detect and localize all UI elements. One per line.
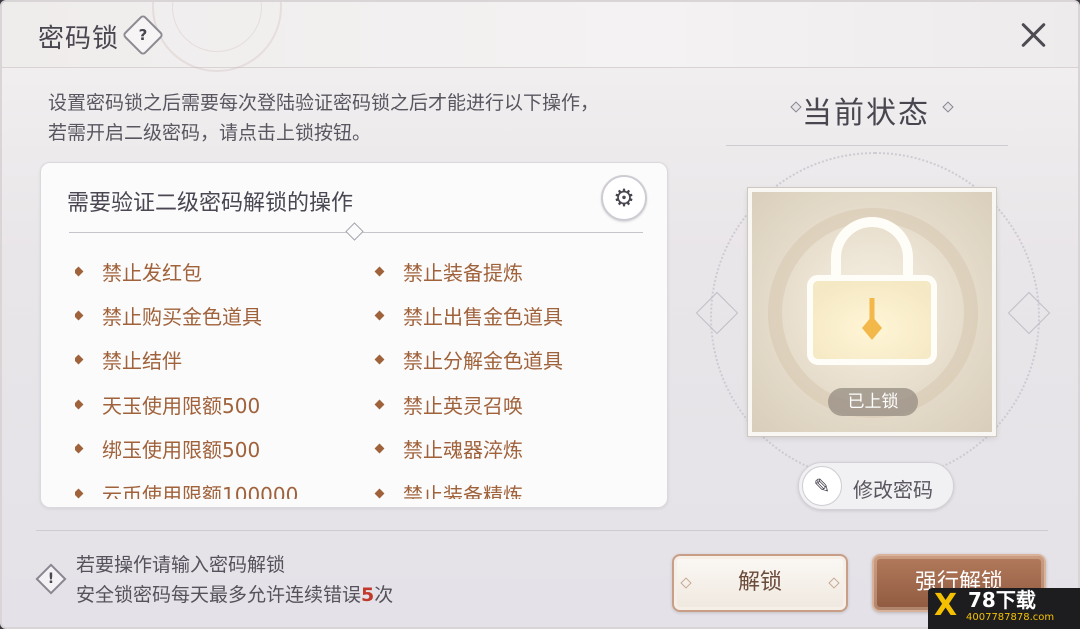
- list-item-label: 禁止装备精炼: [403, 482, 523, 499]
- status-divider: [726, 145, 1008, 146]
- bullet-icon: [75, 488, 84, 499]
- bullet-icon: [374, 488, 385, 499]
- site-watermark: X 78下载 4007787878.com: [928, 588, 1080, 629]
- notice-line-2-suffix: 次: [374, 584, 394, 606]
- warning-icon: !: [35, 563, 67, 595]
- title-bar: 密码锁 ?: [2, 2, 1078, 72]
- notice-line-1: 若要操作请输入密码解锁: [76, 554, 286, 576]
- gear-icon[interactable]: ⚙: [601, 175, 647, 221]
- modify-password-label: 修改密码: [853, 478, 933, 502]
- padlock-icon: [807, 217, 937, 365]
- description-line-1: 设置密码锁之后需要每次登陆验证密码锁之后才能进行以下操作，: [48, 92, 600, 114]
- list-item-label: 天玉使用限额500: [102, 393, 261, 418]
- bullet-icon: [75, 399, 84, 410]
- operations-list[interactable]: 禁止发红包 禁止购买金色道具 禁止结伴 天玉使用限额500 绑玉使用限额500 …: [75, 249, 655, 499]
- close-icon[interactable]: [1016, 18, 1050, 52]
- list-item: 禁止装备精炼: [374, 471, 563, 499]
- notice-line-2-prefix: 安全锁密码每天最多允许连续错误: [76, 584, 362, 606]
- error-limit-count: 5: [361, 584, 375, 606]
- watermark-domain: 4007787878.com: [966, 612, 1055, 623]
- operations-column-right: 禁止装备提炼 禁止出售金色道具 禁止分解金色道具 禁止英灵召唤 禁止魂器淬炼 禁…: [374, 249, 563, 499]
- button-deco-right-icon: [828, 577, 840, 589]
- pen-icon: ✎: [802, 466, 842, 506]
- list-item-label: 云币使用限额100000: [102, 482, 299, 499]
- status-title-right-diamond-icon: [942, 101, 954, 113]
- list-item-label: 禁止魂器淬炼: [403, 438, 523, 463]
- bullet-icon: [75, 266, 84, 277]
- button-deco-left-icon: [680, 577, 692, 589]
- list-item-label: 禁止装备提炼: [403, 260, 523, 285]
- bullet-icon: [374, 266, 385, 277]
- unlock-button[interactable]: 解锁: [672, 554, 848, 612]
- password-lock-dialog: 密码锁 ? 设置密码锁之后需要每次登陆验证密码锁之后才能进行以下操作， 若需开启…: [0, 0, 1080, 629]
- bullet-icon: [75, 355, 84, 365]
- modify-password-button[interactable]: ✎ 修改密码: [798, 462, 954, 510]
- help-icon-glyph: ?: [138, 26, 148, 44]
- list-item: 禁止装备提炼: [374, 249, 563, 293]
- list-item-label: 禁止出售金色道具: [403, 305, 563, 330]
- list-item: 禁止结伴: [75, 338, 298, 382]
- list-item-label: 绑玉使用限额500: [102, 438, 261, 463]
- list-item: 禁止发红包: [75, 249, 298, 293]
- divider-diamond-icon: [345, 222, 364, 241]
- status-title: 当前状态: [802, 96, 930, 131]
- unlock-button-label: 解锁: [737, 570, 782, 595]
- list-item: 禁止出售金色道具: [374, 293, 563, 337]
- list-item-label: 禁止购买金色道具: [102, 305, 262, 330]
- list-item-label: 禁止英灵召唤: [403, 393, 523, 418]
- description: 设置密码锁之后需要每次登陆验证密码锁之后才能进行以下操作， 若需开启二级密码，请…: [48, 88, 688, 148]
- list-item: 天玉使用限额500: [75, 382, 298, 426]
- description-line-2: 若需开启二级密码，请点击上锁按钮。: [48, 122, 372, 144]
- status-title-left-diamond-icon: [790, 101, 802, 113]
- bullet-icon: [374, 399, 385, 410]
- bullet-icon: [75, 310, 84, 321]
- notice-line-2: 安全锁密码每天最多允许连续错误5次: [76, 580, 393, 610]
- operations-panel: 需要验证二级密码解锁的操作 ⚙ 禁止发红包 禁止购买金色道具 禁止结伴 天玉使用…: [40, 162, 668, 508]
- list-item: 禁止购买金色道具: [75, 293, 298, 337]
- watermark-logo-icon: X: [934, 588, 958, 623]
- lock-status-card: 已上锁: [748, 188, 996, 436]
- list-item: 禁止魂器淬炼: [374, 427, 563, 471]
- list-item: 禁止分解金色道具: [374, 338, 563, 382]
- bullet-icon: [75, 443, 84, 454]
- watermark-brand: 78下载: [968, 588, 1036, 612]
- list-item-label: 禁止发红包: [102, 260, 202, 285]
- bullet-icon: [374, 443, 385, 454]
- list-item: 绑玉使用限额500: [75, 427, 298, 471]
- bottom-divider: [36, 530, 1048, 531]
- list-item: 禁止英灵召唤: [374, 382, 563, 426]
- operations-header: 需要验证二级密码解锁的操作: [67, 191, 354, 216]
- list-item-label: 禁止分解金色道具: [403, 349, 563, 374]
- bullet-icon: [374, 310, 385, 321]
- list-item-label: 禁止结伴: [102, 349, 182, 374]
- unlock-notice: 若要操作请输入密码解锁 安全锁密码每天最多允许连续错误5次: [76, 550, 393, 610]
- warning-icon-glyph: !: [47, 571, 55, 587]
- bullet-icon: [374, 355, 385, 365]
- list-item: 云币使用限额100000: [75, 471, 298, 499]
- lock-state-badge: 已上锁: [828, 388, 918, 416]
- operations-column-left: 禁止发红包 禁止购买金色道具 禁止结伴 天玉使用限额500 绑玉使用限额500 …: [75, 249, 298, 499]
- dialog-title: 密码锁: [38, 24, 120, 54]
